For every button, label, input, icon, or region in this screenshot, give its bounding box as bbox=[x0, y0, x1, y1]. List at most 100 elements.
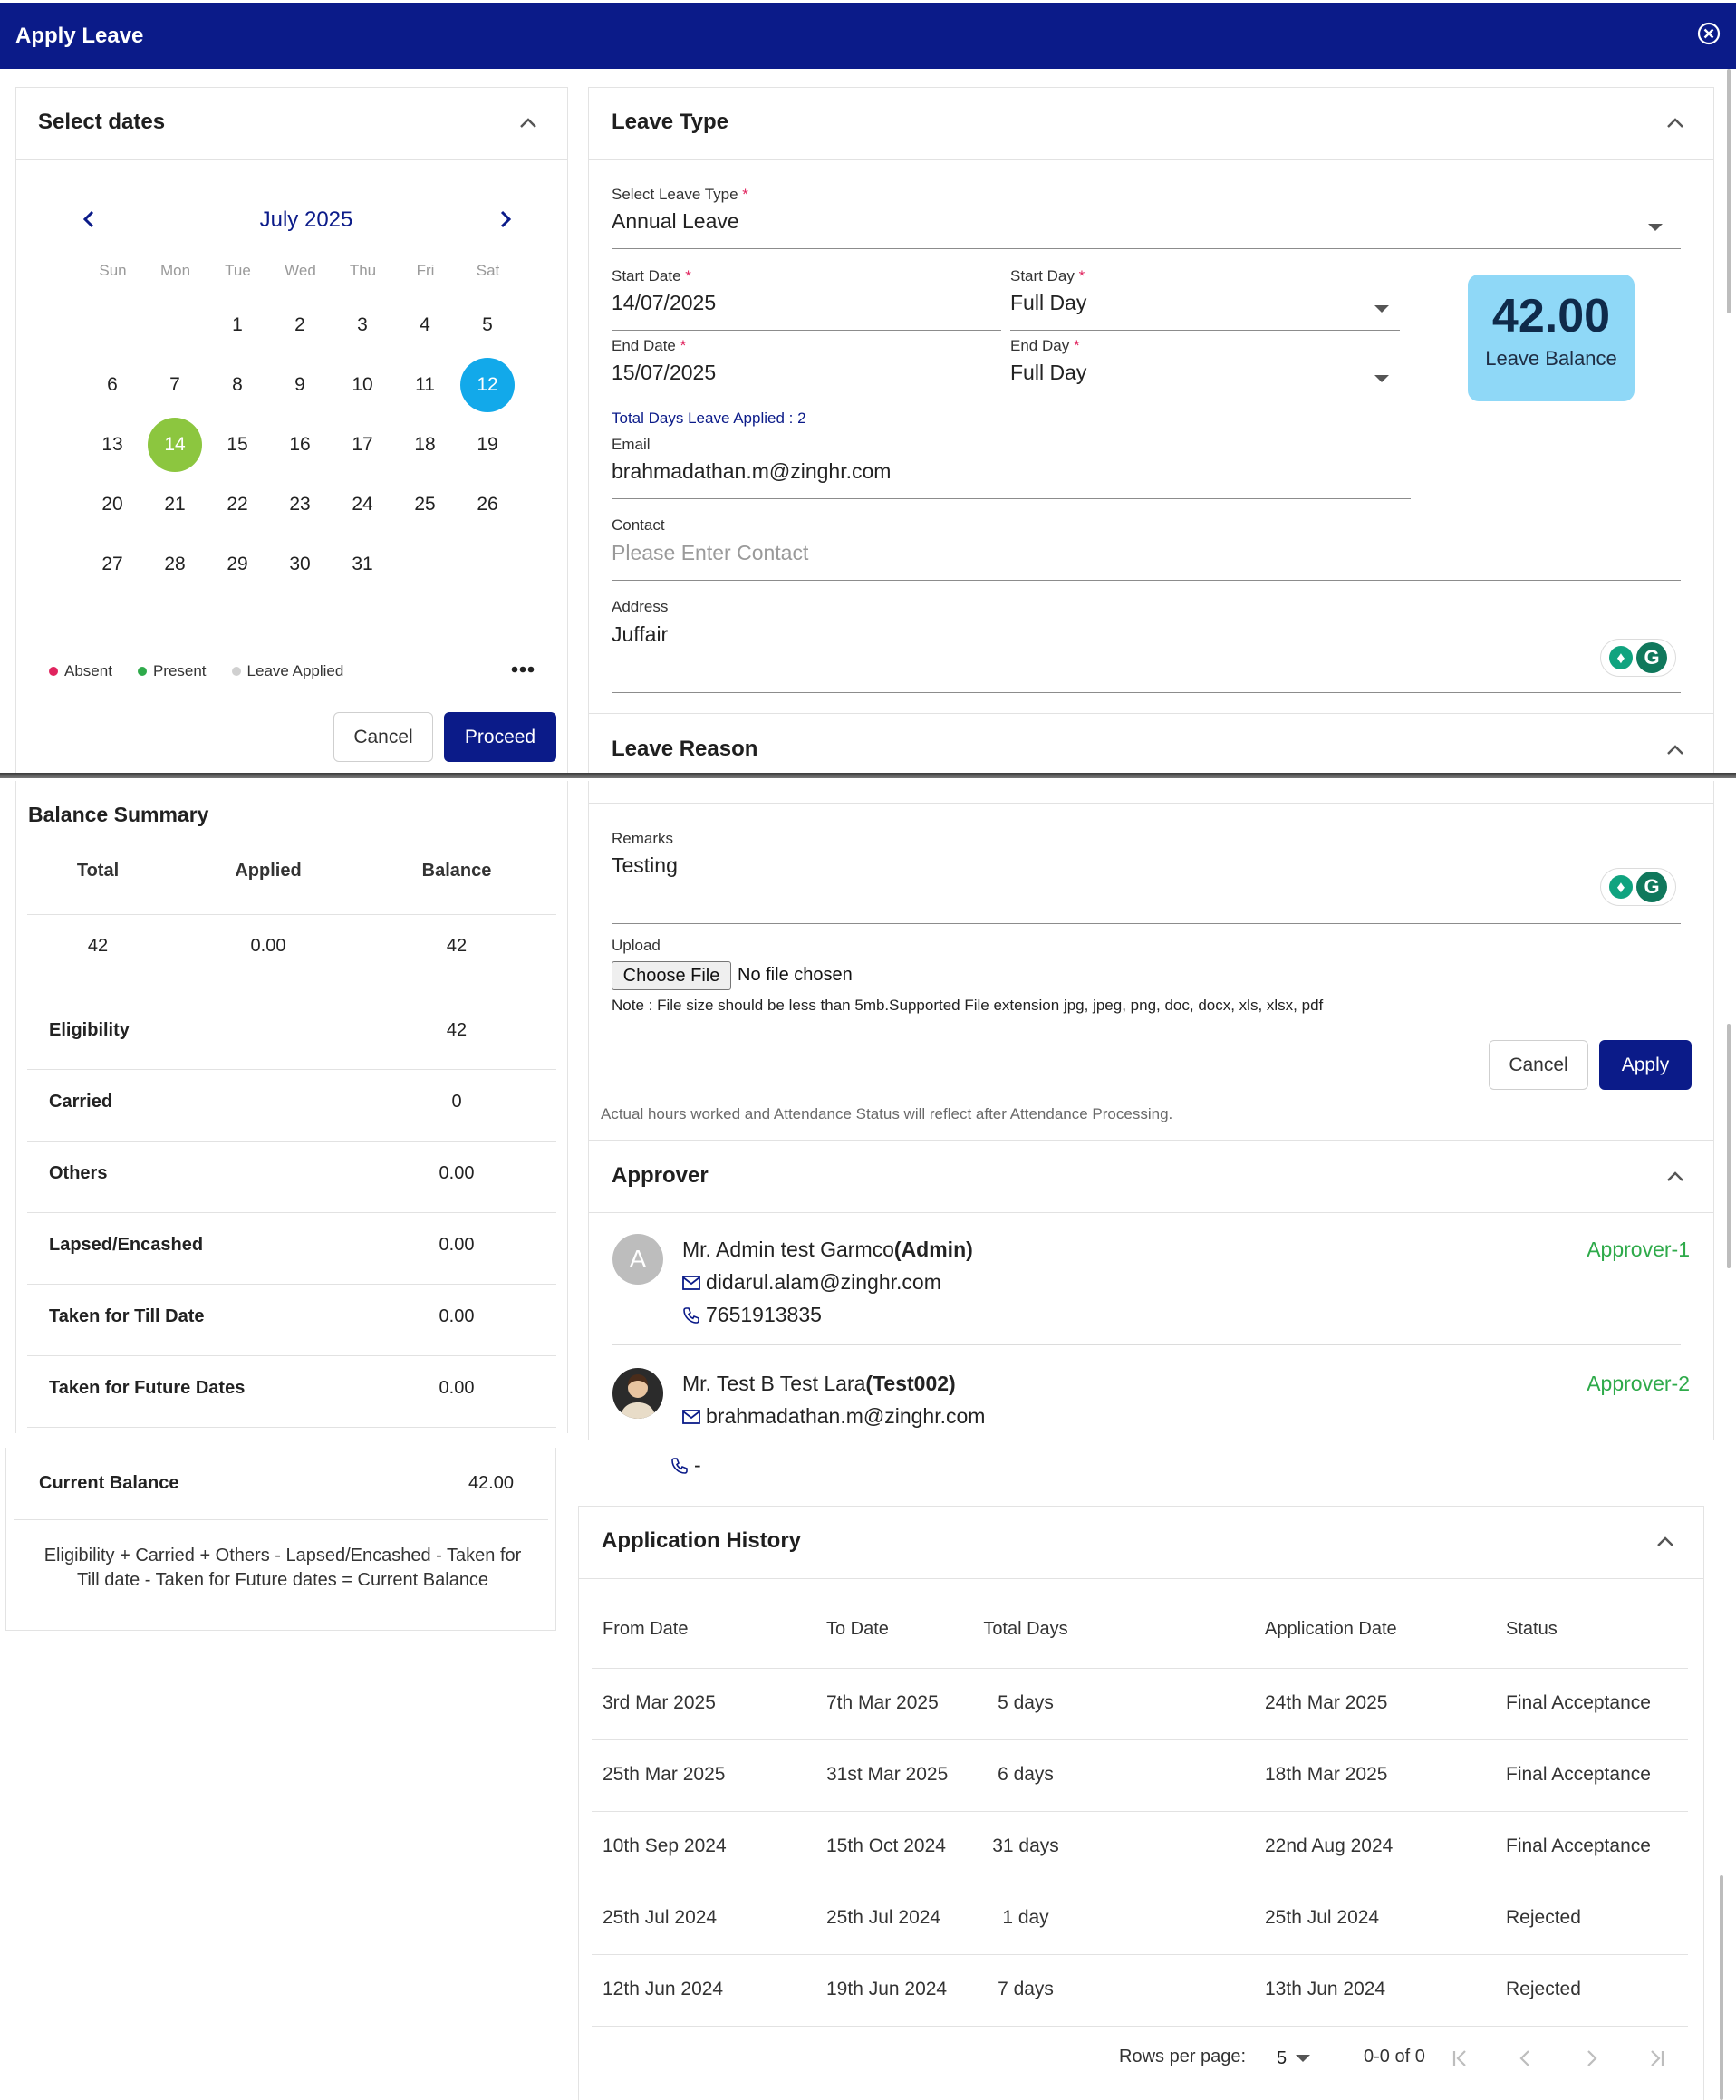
rows-per-page-label: Rows per page: bbox=[1119, 2047, 1247, 2066]
approver-2-email: brahmadathan.m@zinghr.com bbox=[682, 1404, 985, 1429]
calendar-day[interactable]: 23 bbox=[273, 477, 327, 532]
end-date-field[interactable]: 15/07/2025 bbox=[612, 361, 1001, 400]
chevron-right-icon[interactable] bbox=[495, 209, 515, 229]
user-photo-icon bbox=[620, 1374, 656, 1419]
calendar-day[interactable]: 14 bbox=[148, 418, 202, 472]
history-table: From Date To Date Total Days Application Da… bbox=[592, 1597, 1688, 2027]
leave-type-value: Annual Leave bbox=[612, 209, 739, 233]
balance-row-value: 42 bbox=[446, 1020, 468, 1040]
table-cell: Rejected bbox=[1506, 1907, 1581, 1928]
table-header-cell: Status bbox=[1506, 1619, 1558, 1639]
proceed-button[interactable]: Proceed bbox=[444, 712, 556, 762]
chevron-left-icon[interactable] bbox=[80, 209, 100, 229]
weekday-label: Thu bbox=[349, 262, 377, 279]
calendar-day[interactable]: 20 bbox=[85, 477, 140, 532]
calendar-day[interactable]: 21 bbox=[148, 477, 202, 532]
start-date-field[interactable]: 14/07/2025 bbox=[612, 291, 1001, 331]
chevron-up-icon[interactable] bbox=[518, 117, 538, 130]
calendar-cancel-button[interactable]: Cancel bbox=[333, 712, 433, 762]
rows-per-page-select[interactable]: 5 bbox=[1277, 2045, 1322, 2072]
legend-dot-icon bbox=[49, 667, 58, 676]
calendar-day[interactable]: 5 bbox=[460, 298, 515, 352]
chevron-up-icon[interactable] bbox=[1665, 1170, 1685, 1183]
first-page-icon[interactable] bbox=[1451, 2048, 1471, 2068]
leave-balance-label: Leave Balance bbox=[1485, 347, 1617, 370]
legend-dot-icon bbox=[231, 667, 241, 676]
calendar-day[interactable]: 4 bbox=[398, 298, 452, 352]
calendar-day[interactable]: 16 bbox=[273, 418, 327, 472]
calendar-day[interactable]: 30 bbox=[273, 537, 327, 592]
balance-row: Eligibility 42 bbox=[27, 998, 556, 1070]
calendar-day[interactable]: 13 bbox=[85, 418, 140, 472]
scrollbar-thumb[interactable] bbox=[1727, 69, 1731, 313]
grammarly-icon: G bbox=[1636, 642, 1667, 673]
calendar-day[interactable]: 3 bbox=[335, 298, 390, 352]
calendar-day[interactable]: 25 bbox=[398, 477, 452, 532]
mail-icon bbox=[682, 1275, 700, 1290]
apply-button[interactable]: Apply bbox=[1599, 1040, 1692, 1090]
calendar-day[interactable]: 31 bbox=[335, 537, 390, 592]
reason-cancel-button[interactable]: Cancel bbox=[1489, 1040, 1588, 1090]
calendar-day[interactable]: 10 bbox=[335, 358, 390, 412]
dropdown-arrow-icon bbox=[1374, 375, 1389, 382]
scrollbar-thumb[interactable] bbox=[1720, 1875, 1723, 2100]
table-cell: 25th Jul 2024 bbox=[1265, 1907, 1380, 1928]
grammarly-widget[interactable]: ♦ G bbox=[1600, 868, 1676, 906]
calendar-legend: Absent Present Leave Applied bbox=[49, 662, 343, 680]
address-field[interactable]: Juffair bbox=[612, 622, 1681, 693]
chevron-up-icon[interactable] bbox=[1665, 744, 1685, 756]
calendar-day[interactable]: 24 bbox=[335, 477, 390, 532]
calendar-day[interactable]: 29 bbox=[210, 537, 265, 592]
upload-note: Note : File size should be less than 5mb… bbox=[612, 997, 1324, 1014]
close-icon[interactable] bbox=[1696, 21, 1722, 46]
approver-2-phone: - bbox=[670, 1453, 701, 1478]
balance-row-value: 0 bbox=[451, 1092, 462, 1112]
calendar-day[interactable]: 26 bbox=[460, 477, 515, 532]
next-page-icon[interactable] bbox=[1581, 2048, 1601, 2068]
calendar-day[interactable]: 6 bbox=[85, 358, 140, 412]
start-day-select[interactable]: Full Day bbox=[1010, 291, 1400, 331]
more-horizontal-icon[interactable] bbox=[511, 666, 535, 673]
approver-2-role: Approver-2 bbox=[1587, 1372, 1690, 1395]
lightbulb-icon: ♦ bbox=[1609, 875, 1633, 899]
previous-page-icon[interactable] bbox=[1516, 2048, 1536, 2068]
chevron-up-icon[interactable] bbox=[1655, 1536, 1675, 1548]
calendar-day[interactable]: 17 bbox=[335, 418, 390, 472]
table-cell: 3rd Mar 2025 bbox=[603, 1692, 716, 1713]
bs-header-balance: Balance bbox=[421, 861, 492, 881]
calendar-day[interactable]: 2 bbox=[273, 298, 327, 352]
end-day-select[interactable]: Full Day bbox=[1010, 361, 1400, 400]
calendar-day[interactable]: 19 bbox=[460, 418, 515, 472]
table-cell: 10th Sep 2024 bbox=[603, 1835, 727, 1856]
chevron-up-icon[interactable] bbox=[1665, 117, 1685, 130]
approver-1-phone: 7651913835 bbox=[682, 1303, 822, 1327]
calendar-day[interactable]: 22 bbox=[210, 477, 265, 532]
weekday-label: Fri bbox=[416, 262, 435, 279]
grammarly-widget[interactable]: ♦ G bbox=[1600, 639, 1676, 677]
leave-type-select[interactable]: Annual Leave bbox=[612, 209, 1681, 249]
contact-field[interactable]: Please Enter Contact bbox=[612, 541, 1681, 581]
grammarly-icon: G bbox=[1636, 872, 1667, 902]
calendar-day[interactable]: 9 bbox=[273, 358, 327, 412]
calendar-day[interactable]: 11 bbox=[398, 358, 452, 412]
table-row: 25th Jul 2024 25th Jul 2024 1 day 25th Jul … bbox=[592, 1883, 1688, 1955]
table-header-cell: Total Days bbox=[983, 1619, 1068, 1639]
choose-file-button[interactable]: Choose File bbox=[612, 961, 731, 990]
last-page-icon[interactable] bbox=[1646, 2048, 1666, 2068]
weekday-label: Mon bbox=[159, 262, 191, 279]
calendar-day[interactable]: 8 bbox=[210, 358, 265, 412]
email-field[interactable]: brahmadathan.m@zinghr.com bbox=[612, 459, 1411, 499]
calendar-day[interactable]: 27 bbox=[85, 537, 140, 592]
calendar-day[interactable]: 28 bbox=[148, 537, 202, 592]
scrollbar-thumb[interactable] bbox=[1727, 1024, 1731, 1268]
calendar-day[interactable]: 15 bbox=[210, 418, 265, 472]
bs-total-value: 42 bbox=[87, 936, 109, 956]
remarks-field[interactable]: Testing bbox=[612, 853, 1681, 924]
calendar-day[interactable]: 12 bbox=[460, 358, 515, 412]
calendar-day[interactable]: 18 bbox=[398, 418, 452, 472]
avatar: A bbox=[612, 1234, 663, 1285]
calendar-day[interactable]: 7 bbox=[148, 358, 202, 412]
email-value: brahmadathan.m@zinghr.com bbox=[612, 459, 892, 483]
leave-balance-box: 42.00 Leave Balance bbox=[1468, 275, 1635, 401]
calendar-day[interactable]: 1 bbox=[210, 298, 265, 352]
